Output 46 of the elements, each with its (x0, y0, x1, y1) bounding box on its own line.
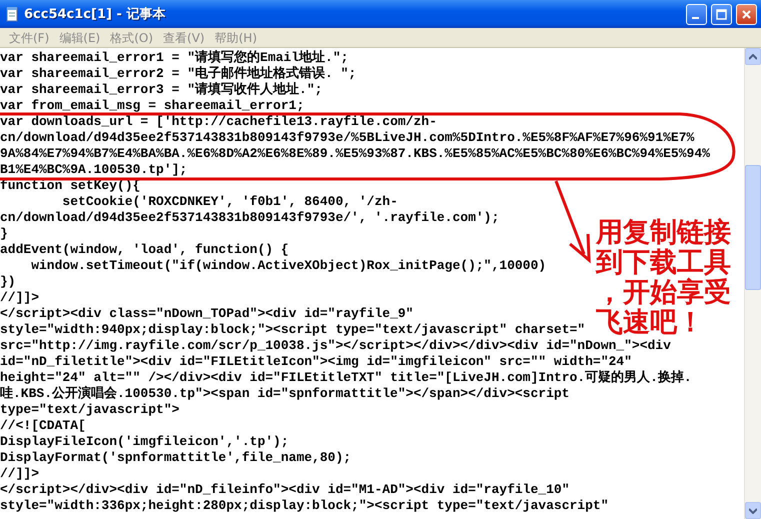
maximize-icon (716, 8, 727, 20)
minimize-icon (692, 17, 698, 19)
code-line: </script><div class="nDown_TOPad"><div id="rayfile_9" (0, 306, 414, 322)
close-icon (741, 8, 752, 20)
minimize-button[interactable] (686, 4, 707, 24)
scrollbar-thumb[interactable] (745, 165, 761, 290)
code-line: //]]> (0, 290, 40, 306)
window-title: 6cc54c1c[1] - 记事本 (24, 6, 166, 23)
code-line: var downloads_url = ['http://cachefile13.rayfile.com/zh- (0, 114, 437, 130)
close-button[interactable] (736, 4, 757, 24)
scroll-up-button[interactable] (745, 48, 761, 65)
menu-item[interactable]: 格式(O) (105, 28, 158, 46)
code-line: setCookie('ROXCDNKEY', 'f0b1', 86400, '/zh- (61, 194, 398, 210)
code-line: } (0, 226, 8, 242)
menu-item[interactable]: 帮助(H) (210, 28, 262, 46)
code-line: //]]> (0, 466, 40, 482)
annotation-text: 用复制链接 到下载工具 ，开始享受 飞速吧！ (596, 218, 731, 338)
notepad-icon (4, 6, 20, 22)
scroll-down-button[interactable] (745, 502, 761, 519)
code-line: 9A%84%E7%94%B7%E4%BA%BA.%E6%8D%A2%E6%8E%89.%E5%93%87.KBS.%E5%85%AC%E5%BC%80%E6%BC%94%E5%94% (0, 146, 710, 162)
code-line: var shareemail_error2 = "电子邮件地址格式错误. "; (0, 66, 356, 82)
code-line: type="text/javascript"> (0, 402, 180, 418)
code-line: //<![CDATA[ (0, 418, 86, 434)
code-line: B1%E4%BC%9A.100530.tp']; (0, 162, 188, 178)
code-line: </script></div><div id="nD_fileinfo"><div id="M1-AD"><div id="rayfile_10" (0, 482, 570, 498)
code-line: 哇.KBS.公开演唱会.100530.tp"><span id="spnformattitle"></span></div><script (0, 386, 570, 402)
code-line: cn/download/d94d35ee2f537143831b809143f9793e/%5BLiveJH.com%5DIntro.%E5%8F%AF%E7%96%91%E7% (0, 130, 694, 146)
code-line: src="http://img.rayfile.com/scr/p_10038.js"></script></div></div><div id="nDown_"><div (0, 338, 671, 354)
maximize-button[interactable] (711, 4, 732, 24)
menu-item[interactable]: 编辑(E) (54, 28, 106, 46)
code-line: addEvent(window, 'load', function() { (0, 242, 289, 258)
code-line: }) (0, 274, 16, 290)
code-line: cn/download/d94d35ee2f537143831b809143f9793e/', '.rayfile.com'); (0, 210, 500, 226)
code-line: DisplayFileIcon('imgfileicon','.tp'); (0, 434, 289, 450)
code-line: var from_email_msg = shareemail_error1; (0, 98, 304, 114)
code-line: var shareemail_error3 = "请填写收件人地址."; (0, 82, 322, 98)
code-line: style="width:940px;display:block;"><script type="text/javascript" charset=" (0, 322, 586, 338)
menu-item[interactable]: 查看(V) (158, 28, 210, 46)
code-line: height="24" alt="" /></div><div id="FILEtitleTXT" title="[LiveJH.com]Intro.可疑的男人.换掉. (0, 370, 692, 386)
code-line: function setKey(){ (0, 178, 140, 194)
code-line: var shareemail_error1 = "请填写您的Email地址."; (0, 50, 348, 66)
menu-item[interactable]: 文件(F) (4, 28, 54, 46)
code-line: window.setTimeout("if(window.ActiveXObject)Rox_initPage();",10000) (30, 258, 546, 274)
code-line: DisplayFormat('spnformattitle',file_name,80); (0, 450, 352, 466)
code-line: style="width:336px;height:280px;display:block;"><script type="text/javascript" (0, 498, 608, 514)
code-line: id="nD_filetitle"><div id="FILEtitleIcon"><img id="imgfileicon" src="" width="24" (0, 354, 632, 370)
